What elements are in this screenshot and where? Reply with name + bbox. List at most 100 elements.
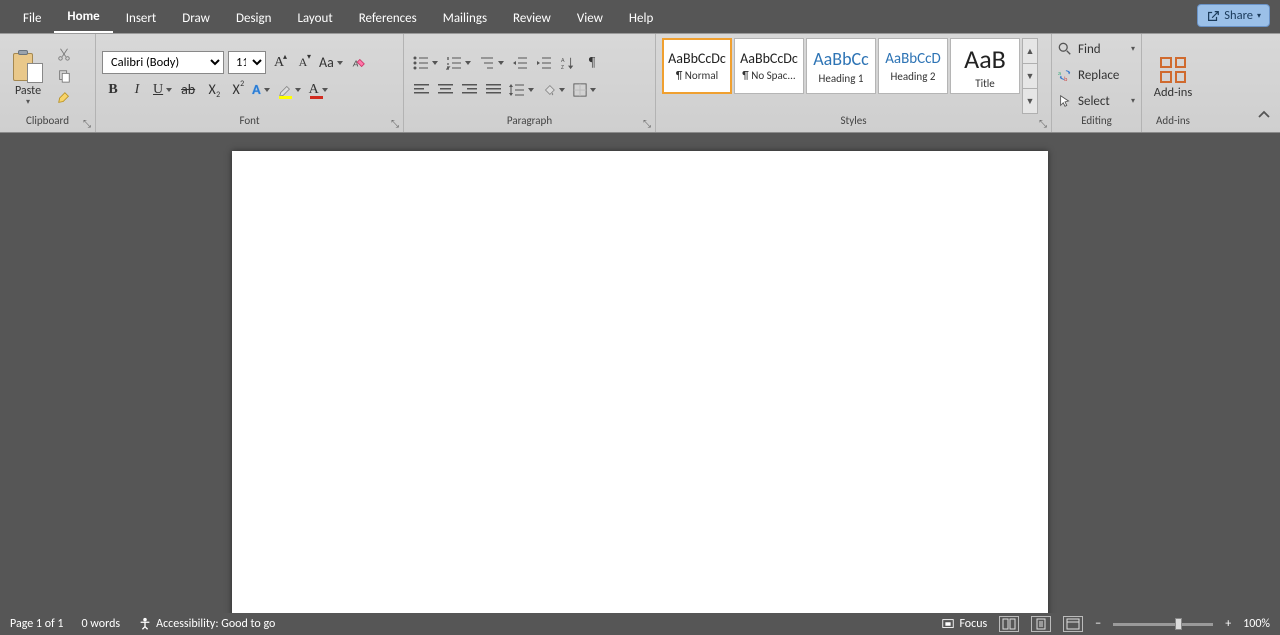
grow-font-button[interactable]: A▴ bbox=[268, 51, 290, 74]
styles-group-label: Styles bbox=[840, 114, 866, 127]
sort-button[interactable]: AZ bbox=[557, 51, 579, 74]
web-layout-button[interactable] bbox=[1063, 616, 1083, 632]
replace-button[interactable]: ab Replace bbox=[1052, 62, 1141, 88]
justify-icon bbox=[486, 84, 501, 96]
justify-button[interactable] bbox=[482, 78, 504, 101]
ribbon-tabs: File Home Insert Draw Design Layout Refe… bbox=[0, 0, 1280, 33]
font-size-select[interactable]: 11 bbox=[228, 51, 266, 74]
underline-button[interactable]: U bbox=[150, 78, 175, 101]
tab-view[interactable]: View bbox=[564, 4, 616, 33]
tab-file[interactable]: File bbox=[10, 4, 54, 33]
highlight-button[interactable] bbox=[275, 78, 304, 101]
styles-launcher[interactable]: ⤡ bbox=[1039, 117, 1047, 130]
tab-help[interactable]: Help bbox=[616, 4, 666, 33]
paragraph-group-label: Paragraph bbox=[507, 114, 552, 127]
clear-formatting-button[interactable]: A bbox=[348, 51, 370, 74]
subscript-button[interactable]: X2 bbox=[201, 78, 223, 101]
editing-group-label: Editing bbox=[1081, 114, 1112, 127]
align-right-button[interactable] bbox=[458, 78, 480, 101]
format-painter-button[interactable] bbox=[54, 89, 74, 107]
status-page[interactable]: Page 1 of 1 bbox=[10, 617, 64, 631]
style-preview: AaBbCcD bbox=[885, 50, 940, 68]
zoom-slider[interactable] bbox=[1113, 623, 1213, 626]
italic-button[interactable]: I bbox=[126, 78, 148, 101]
status-accessibility[interactable]: Accessibility: Good to go bbox=[138, 617, 275, 631]
superscript-button[interactable]: X2 bbox=[225, 78, 247, 101]
find-label: Find bbox=[1078, 42, 1101, 57]
borders-button[interactable] bbox=[570, 78, 599, 101]
paste-button[interactable]: Paste ▾ bbox=[6, 45, 50, 107]
font-color-button[interactable]: A bbox=[306, 78, 331, 101]
shrink-font-button[interactable]: A▾ bbox=[292, 51, 314, 74]
clipboard-launcher[interactable]: ⤡ bbox=[83, 117, 91, 130]
numbering-button[interactable] bbox=[443, 51, 474, 74]
paragraph-launcher[interactable]: ⤡ bbox=[643, 117, 651, 130]
increase-indent-icon bbox=[536, 56, 552, 70]
tab-draw[interactable]: Draw bbox=[169, 4, 223, 33]
style-name: ¶ No Spac... bbox=[742, 69, 795, 82]
align-right-icon bbox=[462, 84, 477, 96]
change-case-button[interactable]: Aa bbox=[316, 51, 346, 74]
addins-button[interactable]: Add-ins bbox=[1154, 53, 1193, 100]
focus-mode-button[interactable]: Focus bbox=[941, 617, 987, 631]
text-effects-button[interactable]: A bbox=[249, 78, 272, 101]
highlight-icon bbox=[278, 83, 292, 97]
chevron-up-icon bbox=[1256, 107, 1272, 121]
document-area[interactable] bbox=[0, 133, 1280, 613]
zoom-out-button[interactable]: − bbox=[1095, 617, 1101, 631]
styles-scroll-up[interactable]: ▲ bbox=[1023, 39, 1037, 64]
style-no-spacing[interactable]: AaBbCcDc ¶ No Spac... bbox=[734, 38, 804, 94]
shading-button[interactable] bbox=[539, 78, 568, 101]
styles-expand[interactable]: ▼ bbox=[1023, 89, 1037, 113]
tab-references[interactable]: References bbox=[346, 4, 430, 33]
zoom-in-button[interactable]: + bbox=[1225, 617, 1231, 631]
tab-insert[interactable]: Insert bbox=[113, 4, 170, 33]
style-heading2[interactable]: AaBbCcD Heading 2 bbox=[878, 38, 948, 94]
line-spacing-button[interactable] bbox=[506, 78, 537, 101]
status-words[interactable]: 0 words bbox=[82, 617, 121, 631]
share-button[interactable]: Share ▾ bbox=[1197, 4, 1270, 27]
select-button[interactable]: Select▾ bbox=[1052, 88, 1141, 114]
font-launcher[interactable]: ⤡ bbox=[391, 117, 399, 130]
zoom-level[interactable]: 100% bbox=[1243, 617, 1270, 631]
style-preview: AaBbCcDc bbox=[668, 50, 726, 67]
read-mode-button[interactable] bbox=[999, 616, 1019, 632]
align-center-button[interactable] bbox=[434, 78, 456, 101]
ribbon: Paste ▾ Clipboard ⤡ Calibri (Body) bbox=[0, 33, 1280, 133]
tab-review[interactable]: Review bbox=[500, 4, 564, 33]
status-accessibility-label: Accessibility: Good to go bbox=[156, 617, 275, 631]
style-name: Heading 1 bbox=[819, 72, 864, 85]
copy-button[interactable] bbox=[54, 67, 74, 85]
strikethrough-button[interactable]: ab bbox=[177, 78, 199, 101]
find-button[interactable]: Find▾ bbox=[1052, 36, 1141, 62]
style-title[interactable]: AaB Title bbox=[950, 38, 1020, 94]
multilevel-list-button[interactable] bbox=[476, 51, 507, 74]
line-spacing-icon bbox=[509, 83, 525, 97]
clipboard-group-label: Clipboard bbox=[26, 114, 69, 127]
print-layout-button[interactable] bbox=[1031, 616, 1051, 632]
paste-icon bbox=[13, 49, 43, 83]
increase-indent-button[interactable] bbox=[533, 51, 555, 74]
tab-mailings[interactable]: Mailings bbox=[430, 4, 500, 33]
focus-label: Focus bbox=[959, 617, 987, 631]
collapse-ribbon-button[interactable] bbox=[1256, 107, 1272, 126]
style-preview: AaBbCcDc bbox=[740, 50, 798, 67]
cut-icon bbox=[57, 47, 71, 61]
tab-home[interactable]: Home bbox=[54, 2, 112, 33]
focus-icon bbox=[941, 617, 955, 631]
tab-layout[interactable]: Layout bbox=[284, 4, 345, 33]
document-page[interactable] bbox=[232, 151, 1048, 613]
show-marks-button[interactable]: ¶ bbox=[581, 51, 603, 74]
style-heading1[interactable]: AaBbCc Heading 1 bbox=[806, 38, 876, 94]
bullets-button[interactable] bbox=[410, 51, 441, 74]
decrease-indent-button[interactable] bbox=[509, 51, 531, 74]
bold-button[interactable]: B bbox=[102, 78, 124, 101]
style-preview: AaBbCc bbox=[813, 48, 869, 70]
font-name-select[interactable]: Calibri (Body) bbox=[102, 51, 224, 74]
cut-button[interactable] bbox=[54, 45, 74, 63]
align-left-button[interactable] bbox=[410, 78, 432, 101]
tab-design[interactable]: Design bbox=[223, 4, 284, 33]
multilevel-icon bbox=[479, 56, 495, 70]
style-normal[interactable]: AaBbCcDc ¶ Normal bbox=[662, 38, 732, 94]
styles-scroll-down[interactable]: ▼ bbox=[1023, 64, 1037, 89]
